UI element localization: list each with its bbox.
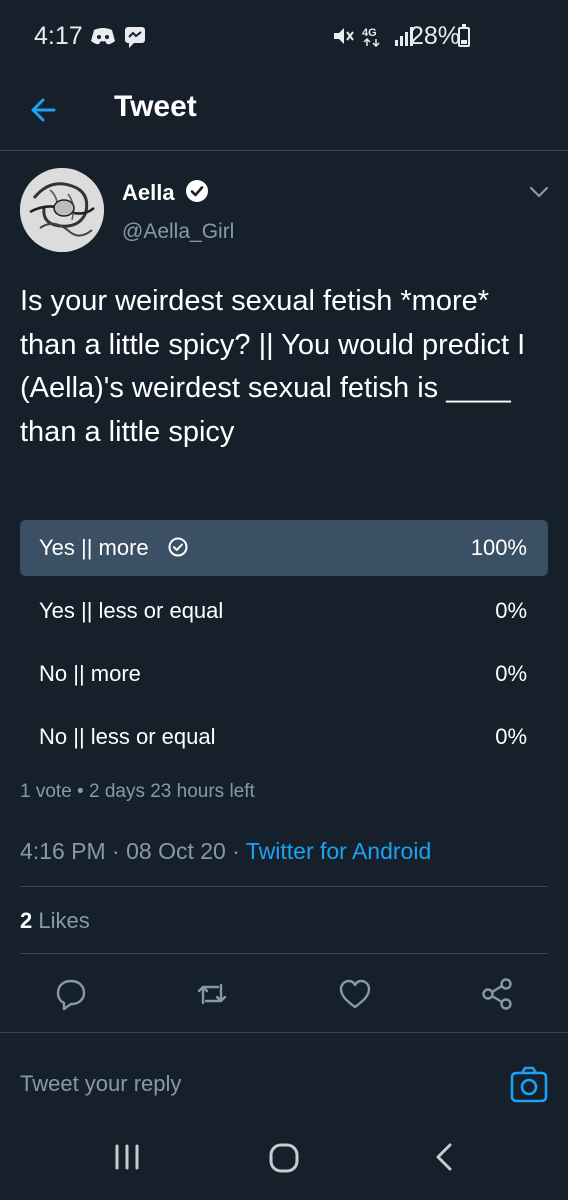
- like-button[interactable]: [337, 976, 373, 1012]
- verified-badge-icon: [185, 179, 209, 208]
- tweet-client-link[interactable]: Twitter for Android: [246, 838, 431, 864]
- recent-apps-icon: [115, 1144, 139, 1170]
- likes-number: 2: [20, 908, 33, 933]
- poll-option-label: Yes || more: [39, 535, 149, 560]
- camera-button[interactable]: [510, 1066, 548, 1109]
- status-time: 4:17: [34, 22, 83, 50]
- home-button[interactable]: [268, 1142, 300, 1179]
- reply-input[interactable]: Tweet your reply: [20, 1071, 181, 1097]
- camera-icon: [510, 1066, 548, 1103]
- poll-option-percent: 100%: [470, 535, 527, 560]
- reply-button[interactable]: [53, 976, 89, 1012]
- poll-option-percent: 0%: [495, 661, 527, 686]
- discord-icon: [91, 28, 115, 45]
- avatar[interactable]: [20, 168, 104, 252]
- poll-option[interactable]: No || more 0%: [20, 646, 548, 702]
- divider: [0, 1032, 568, 1033]
- back-nav-button[interactable]: [430, 1142, 460, 1177]
- author-handle[interactable]: @Aella_Girl: [122, 220, 234, 244]
- chevron-down-icon[interactable]: [528, 184, 550, 205]
- chevron-left-icon: [436, 1143, 452, 1171]
- divider: [20, 886, 548, 887]
- share-button[interactable]: [479, 976, 515, 1012]
- page-title: Tweet: [114, 90, 197, 123]
- tweet-date: 08 Oct 20: [126, 838, 226, 864]
- reply-icon: [56, 979, 86, 1011]
- battery-icon: [458, 24, 470, 47]
- notification-icons: [90, 26, 146, 48]
- retweet-icon: [197, 983, 227, 1005]
- mute-icon: [334, 28, 354, 44]
- poll-option[interactable]: No || less or equal 0%: [20, 709, 548, 765]
- messenger-icon: [125, 27, 145, 48]
- heart-icon: [339, 979, 371, 1009]
- poll-option-percent: 0%: [495, 724, 527, 749]
- poll-option-label: No || more: [39, 661, 141, 686]
- lte-icon: 4G: [362, 27, 380, 47]
- svg-text:4G: 4G: [362, 27, 377, 39]
- divider: [20, 953, 548, 954]
- poll-option[interactable]: Yes || more 100%: [20, 520, 548, 576]
- share-icon: [482, 978, 512, 1010]
- likes-count[interactable]: 2 Likes: [20, 908, 90, 934]
- poll-option-label: No || less or equal: [39, 724, 216, 749]
- poll-option-label: Yes || less or equal: [39, 598, 224, 623]
- poll-option[interactable]: Yes || less or equal 0%: [20, 583, 548, 639]
- arrow-left-icon: [31, 98, 56, 122]
- back-button[interactable]: [24, 90, 64, 130]
- status-bar: 4:17 4G 28%: [0, 0, 568, 72]
- check-circle-icon: [168, 537, 188, 562]
- app-header: Tweet: [0, 72, 568, 151]
- battery-percent: 28%: [410, 22, 461, 50]
- tweet-time: 4:16 PM: [20, 838, 106, 864]
- recent-apps-button[interactable]: [112, 1142, 142, 1177]
- poll-meta: 1 vote • 2 days 23 hours left: [20, 781, 255, 802]
- tweet-timestamp: 4:16 PM · 08 Oct 20 · Twitter for Androi…: [20, 838, 432, 864]
- tweet-text: Is your weirdest sexual fetish *more* th…: [20, 285, 526, 448]
- avatar-image: [20, 168, 104, 252]
- poll-option-percent: 0%: [495, 598, 527, 623]
- home-icon: [269, 1143, 299, 1173]
- system-nav-bar: [0, 1122, 568, 1200]
- likes-label: Likes: [38, 908, 90, 933]
- author-name[interactable]: Aella: [122, 180, 175, 206]
- retweet-button[interactable]: [194, 976, 230, 1012]
